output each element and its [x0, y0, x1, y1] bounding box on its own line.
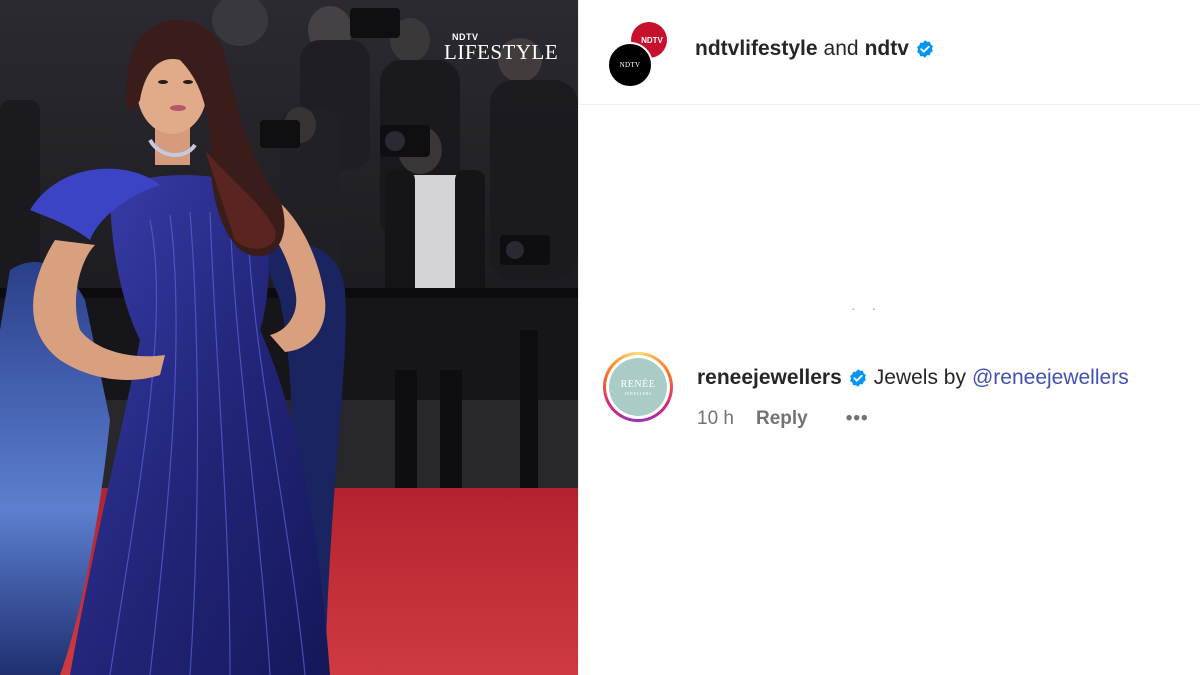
author-ndtv-link[interactable]: ndtv	[865, 37, 909, 61]
avatar-logo-text: RENÉE	[620, 378, 656, 390]
watermark-main-text: LIFESTYLE	[444, 40, 559, 64]
verified-badge-icon	[849, 369, 866, 387]
comment-username-link[interactable]: reneejewellers	[697, 366, 842, 390]
post-authors: ndtvlifestyle and ndtv	[695, 37, 935, 61]
red-carpet-photo-illustration	[0, 0, 578, 675]
comment-text: Jewels by	[873, 366, 966, 389]
post-side-panel: NDTV NDTV ndtvlifestyle and ndtv · · REN…	[578, 0, 1200, 675]
comment-item: RENÉE JEWELLERS reneejewellers Jewels by…	[603, 352, 1183, 442]
more-options-icon[interactable]: •••	[846, 408, 869, 430]
avatar-logo-subtext: JEWELLERS	[624, 390, 652, 396]
commenter-avatar-story-ring[interactable]: RENÉE JEWELLERS	[603, 352, 673, 422]
author-ndtvlifestyle-link[interactable]: ndtvlifestyle	[695, 37, 818, 61]
collab-avatars[interactable]: NDTV NDTV	[607, 22, 669, 88]
comment-timestamp[interactable]: 10 h	[697, 408, 734, 430]
comment-body: reneejewellers Jewels by @reneejewellers	[697, 366, 1129, 390]
author-connector: and	[823, 37, 859, 60]
ndtvlifestyle-avatar[interactable]: NDTV	[607, 42, 653, 88]
reneejewellers-avatar[interactable]: RENÉE JEWELLERS	[609, 358, 667, 416]
ndtv-lifestyle-watermark: NDTV LIFESTYLE	[444, 33, 558, 63]
comment-meta: 10 h Reply •••	[697, 408, 869, 430]
post-photo[interactable]: NDTV LIFESTYLE	[0, 0, 578, 675]
faint-caption-remnant: · ·	[851, 300, 883, 316]
reply-button[interactable]: Reply	[756, 408, 808, 430]
verified-badge-icon	[917, 40, 933, 58]
post-header: NDTV NDTV ndtvlifestyle and ndtv	[579, 0, 1200, 105]
comment-mention-link[interactable]: @reneejewellers	[972, 366, 1129, 390]
